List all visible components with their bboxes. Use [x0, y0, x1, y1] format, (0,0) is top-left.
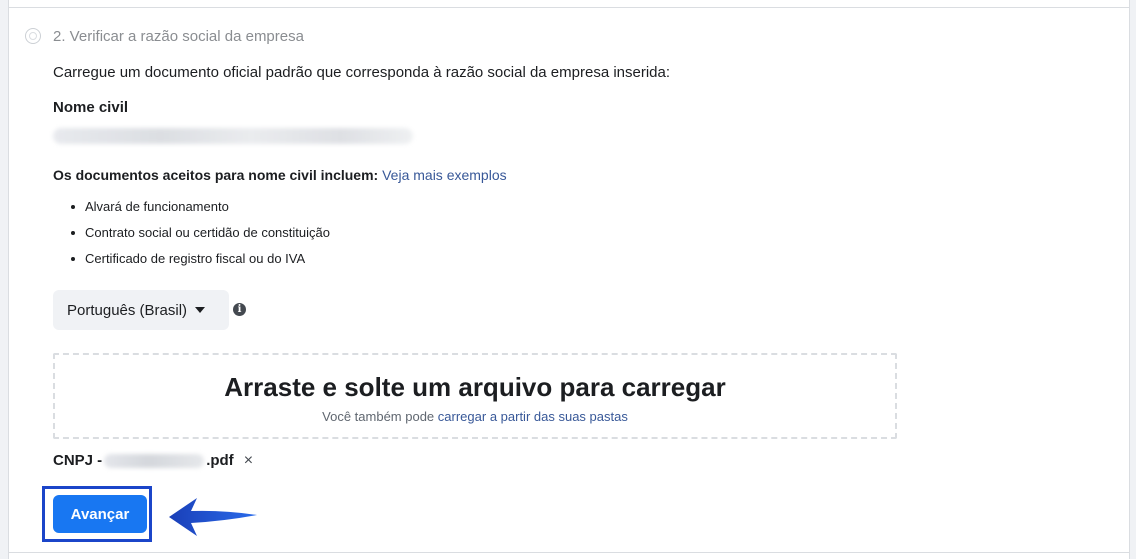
accepted-docs-text: Os documentos aceitos para nome civil in… — [53, 167, 379, 183]
verification-card: 2. Verificar a razão social da empresa C… — [8, 0, 1130, 559]
step-radio-icon — [25, 28, 41, 44]
list-item: Alvará de funcionamento — [53, 198, 330, 224]
language-select-value: Português (Brasil) — [67, 301, 188, 319]
file-name-prefix: CNPJ - — [53, 452, 103, 469]
dropzone-subtitle: Você também pode carregar a partir das s… — [55, 409, 895, 425]
redacted-file-name — [104, 454, 205, 468]
file-dropzone[interactable]: Arraste e solte um arquivo para carregar… — [53, 353, 897, 439]
remove-file-icon[interactable]: × — [244, 452, 253, 470]
accepted-docs-list: Alvará de funcionamento Contrato social … — [53, 198, 330, 276]
dropzone-title: Arraste e solte um arquivo para carregar — [224, 372, 726, 402]
name-label: Nome civil — [53, 99, 129, 116]
uploaded-file: CNPJ - .pdf × — [53, 452, 253, 470]
more-examples-link[interactable]: Veja mais exemplos — [382, 167, 507, 183]
info-icon[interactable]: i — [233, 303, 246, 316]
accepted-docs-intro: Os documentos aceitos para nome civil in… — [53, 166, 507, 184]
list-item: Certificado de registro fiscal ou do IVA — [53, 250, 330, 276]
language-select[interactable]: Português (Brasil) — [53, 290, 229, 330]
step-title: 2. Verificar a razão social da empresa — [53, 28, 304, 45]
redacted-name — [53, 128, 413, 144]
upload-from-folders-link[interactable]: carregar a partir das suas pastas — [438, 409, 628, 424]
caret-down-icon — [195, 307, 206, 313]
instruction-text: Carregue um documento oficial padrão que… — [53, 64, 671, 81]
list-item: Contrato social ou certidão de constitui… — [53, 224, 330, 250]
file-name-suffix: .pdf — [206, 452, 234, 469]
arrow-left-icon — [169, 498, 257, 536]
bottom-divider — [9, 552, 1129, 553]
next-button[interactable]: Avançar — [53, 495, 147, 533]
dropzone-sub-prefix: Você também pode — [322, 409, 435, 424]
top-divider — [9, 7, 1129, 8]
